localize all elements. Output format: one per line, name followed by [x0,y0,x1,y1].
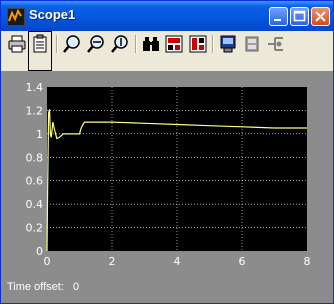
print-button[interactable] [6,33,28,55]
binoculars-icon [143,37,159,51]
zoom-y-button[interactable] [109,33,131,55]
restore-axes-icon [189,35,207,53]
time-offset-label: Time offset: [7,281,64,293]
signal-selection-icon [268,37,283,51]
x-tick-label: 0 [44,255,51,268]
zoom-icon [63,35,80,53]
x-tick-label: 4 [174,255,181,268]
minimize-button[interactable] [269,7,288,26]
y-tick-label: 0.4 [26,198,44,211]
y-tick-label: 1.2 [26,104,44,117]
zoom-x-icon [87,35,104,53]
time-offset-value: 0 [73,281,80,293]
title-bar[interactable]: Scope1 [1,1,333,31]
parameters-pressed-frame [28,31,52,71]
autoscale-button[interactable] [140,33,162,55]
scope-window: Scope1 0 2 4 6 8 0 0.2 0.4 0.6 0.8 1 1.2… [0,0,334,304]
signal-selection-button[interactable] [265,33,287,55]
x-tick-label: 2 [109,255,116,268]
window-title: Scope1 [29,7,76,22]
toolbar-separator [212,35,214,53]
printer-icon [8,35,26,53]
floating-scope-icon [220,35,236,53]
y-tick-label: 0.6 [26,175,44,188]
save-axes-button[interactable] [163,33,185,55]
y-tick-label: 0.8 [26,151,44,164]
restore-axes-button[interactable] [187,33,209,55]
lock-axes-button[interactable] [241,33,263,55]
x-tick-label: 8 [304,255,311,268]
y-tick-label: 1 [36,128,43,141]
x-tick-label: 6 [239,255,246,268]
scope-figure: 0 2 4 6 8 0 0.2 0.4 0.6 0.8 1 1.2 1.4 Time offset: 0 [1,71,333,303]
y-tick-label: 1.4 [26,81,44,94]
toolbar-separator [56,35,58,53]
floating-scope-button[interactable] [217,33,239,55]
scope-plot[interactable]: 0 2 4 6 8 0 0.2 0.4 0.6 0.8 1 1.2 1.4 [1,71,333,303]
maximize-button[interactable] [290,7,309,26]
toolbar-separator [135,35,137,53]
y-tick-label: 0.2 [26,222,44,235]
scope-app-icon [7,8,25,26]
lock-axes-icon [245,36,259,52]
close-button[interactable] [311,7,330,26]
zoom-x-button[interactable] [85,33,107,55]
zoom-button[interactable] [61,33,83,55]
save-axes-icon [165,35,183,53]
zoom-y-icon [111,35,128,53]
y-tick-label: 0 [36,245,43,258]
